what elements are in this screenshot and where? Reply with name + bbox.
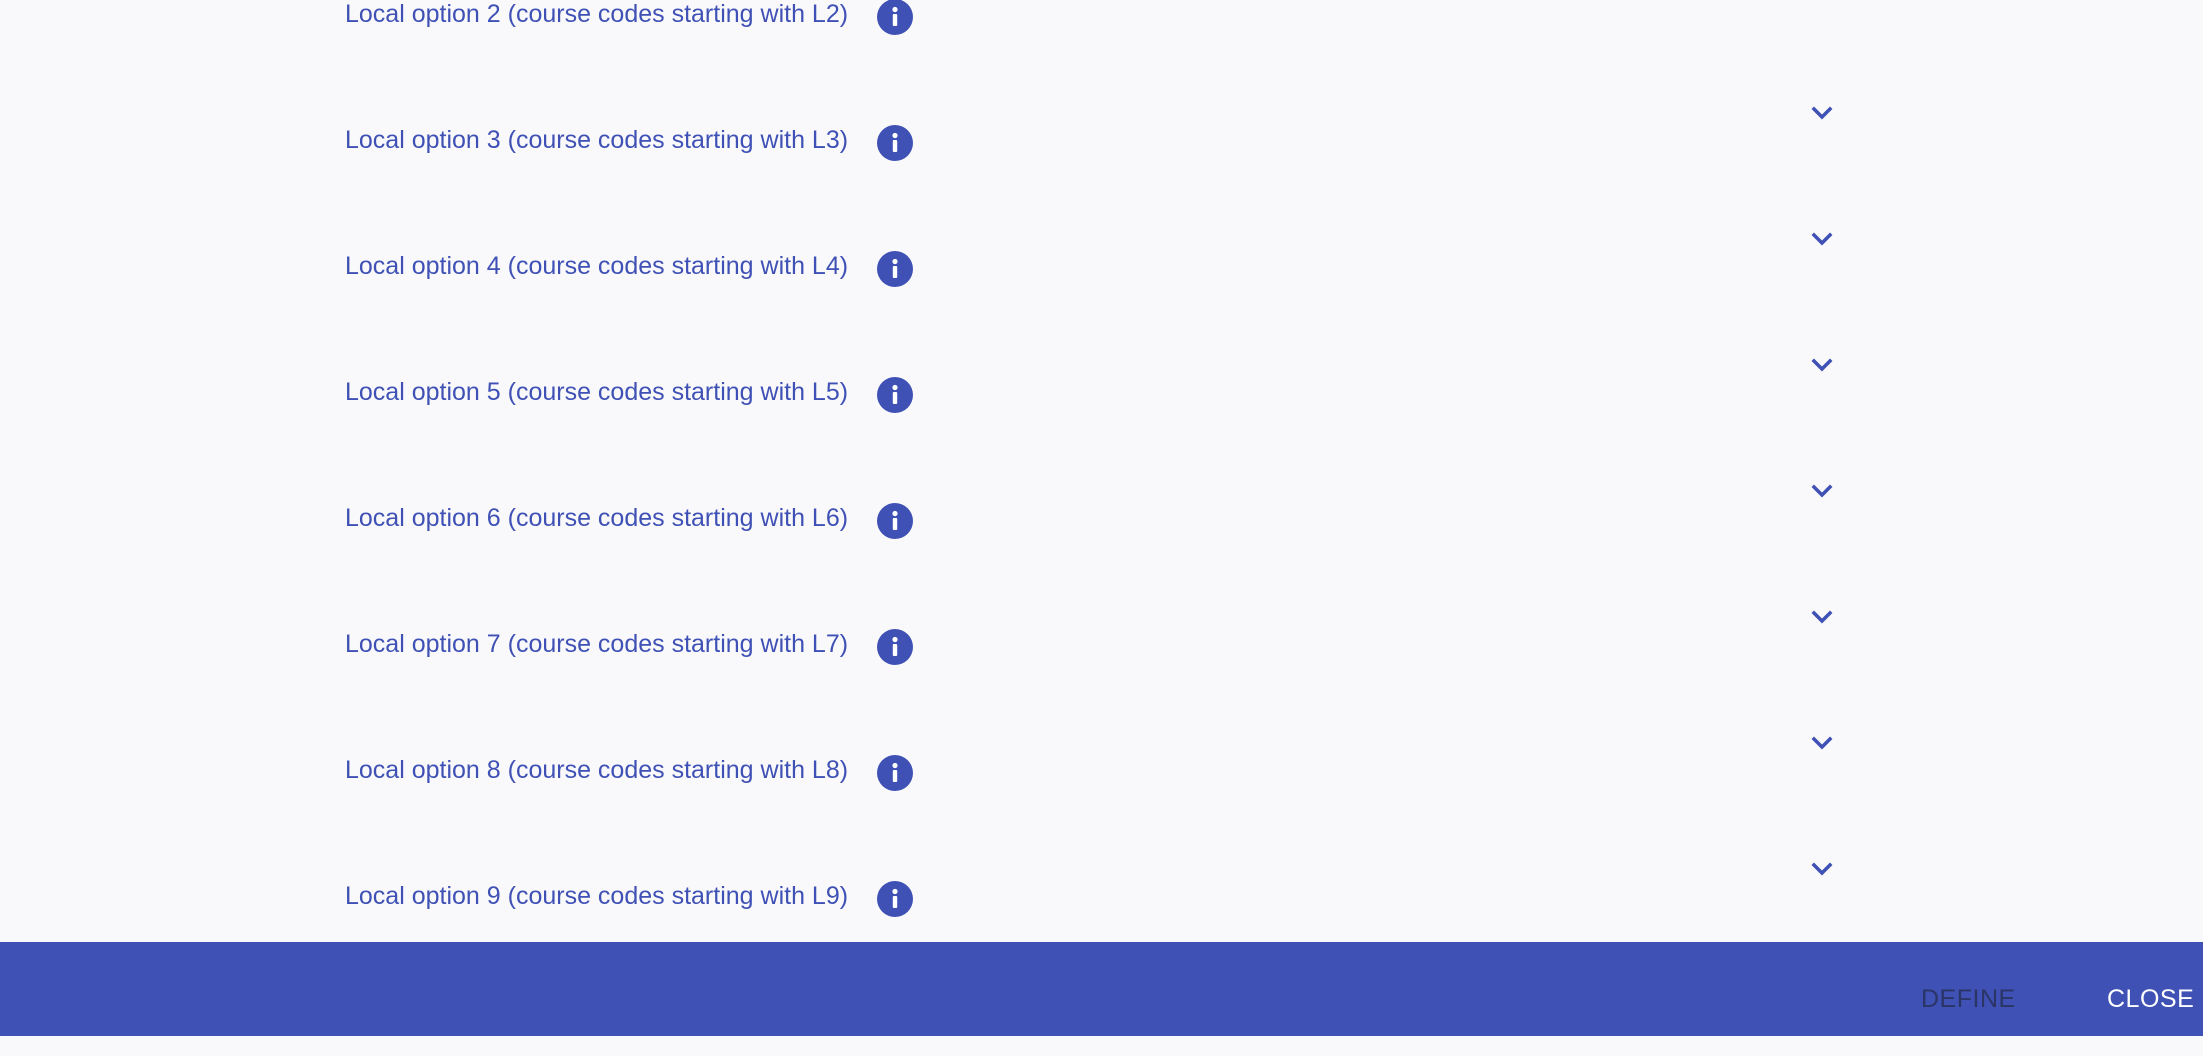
info-icon[interactable]: [877, 125, 913, 161]
option-label: Local option 6 (course codes starting wi…: [345, 504, 849, 532]
option-label: Local option 3 (course codes starting wi…: [345, 126, 849, 154]
chevron-down-icon[interactable]: [1806, 230, 1838, 250]
chevron-down-icon[interactable]: [1806, 356, 1838, 376]
option-label: Local option 5 (course codes starting wi…: [345, 378, 849, 406]
list-item-local-option-8[interactable]: Local option 8 (course codes starting wi…: [0, 706, 2203, 832]
info-icon[interactable]: [877, 629, 913, 665]
local-options-list: Local option 2 (course codes starting wi…: [0, 0, 2203, 942]
option-label: Local option 8 (course codes starting wi…: [345, 756, 849, 784]
list-item-local-option-5[interactable]: Local option 5 (course codes starting wi…: [0, 328, 2203, 454]
list-item-local-option-7[interactable]: Local option 7 (course codes starting wi…: [0, 580, 2203, 706]
dialog-action-bar: DEFINE CLOSE: [0, 942, 2203, 1036]
list-item-local-option-2[interactable]: Local option 2 (course codes starting wi…: [0, 0, 2203, 76]
list-item-local-option-9[interactable]: Local option 9 (course codes starting wi…: [0, 832, 2203, 942]
info-icon[interactable]: [877, 755, 913, 791]
chevron-down-icon[interactable]: [1806, 860, 1838, 880]
chevron-down-icon[interactable]: [1806, 482, 1838, 502]
info-icon[interactable]: [877, 881, 913, 917]
close-button[interactable]: CLOSE: [2107, 942, 2194, 1036]
list-item-local-option-6[interactable]: Local option 6 (course codes starting wi…: [0, 454, 2203, 580]
info-icon[interactable]: [877, 251, 913, 287]
option-label: Local option 4 (course codes starting wi…: [345, 252, 849, 280]
chevron-down-icon[interactable]: [1806, 734, 1838, 754]
list-item-local-option-4[interactable]: Local option 4 (course codes starting wi…: [0, 202, 2203, 328]
define-button: DEFINE: [1921, 942, 2016, 1036]
option-label: Local option 9 (course codes starting wi…: [345, 882, 849, 910]
option-label: Local option 2 (course codes starting wi…: [345, 0, 849, 28]
info-icon[interactable]: [877, 377, 913, 413]
option-label: Local option 7 (course codes starting wi…: [345, 630, 849, 658]
info-icon[interactable]: [877, 503, 913, 539]
list-item-local-option-3[interactable]: Local option 3 (course codes starting wi…: [0, 76, 2203, 202]
info-icon[interactable]: [877, 0, 913, 35]
chevron-down-icon[interactable]: [1806, 608, 1838, 628]
chevron-down-icon[interactable]: [1806, 104, 1838, 124]
